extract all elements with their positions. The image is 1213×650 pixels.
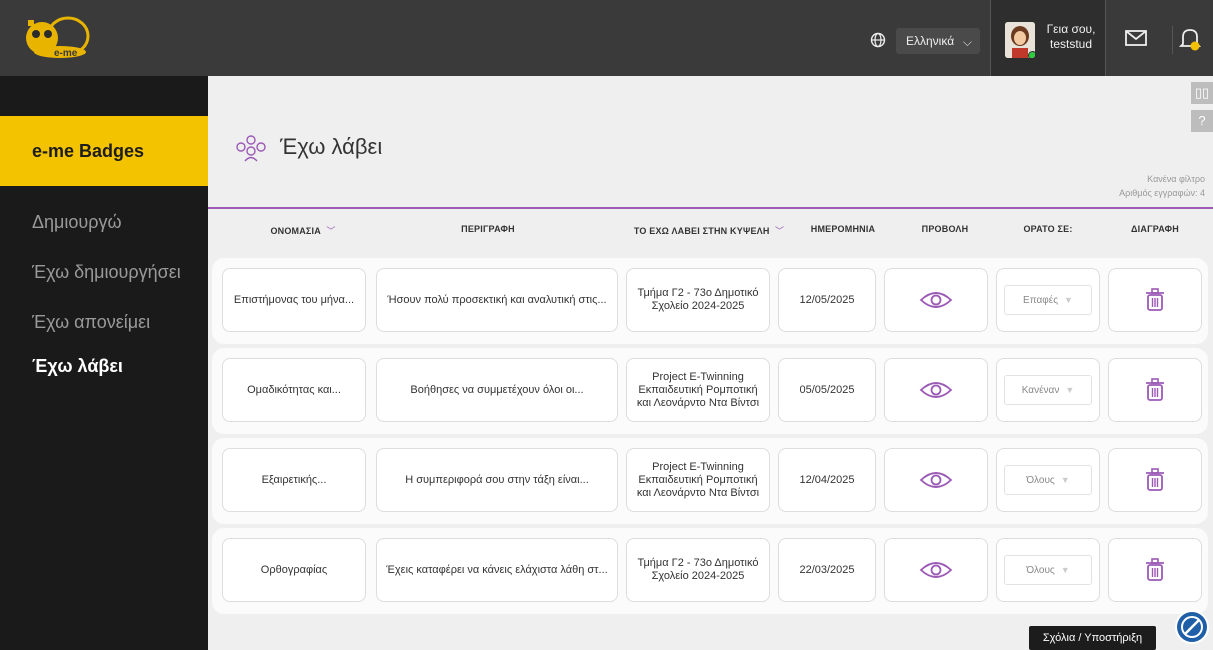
side-tools: ▯▯ ? [1191, 82, 1213, 138]
badge-description[interactable]: Η συμπεριφορά σου στην τάξη είναι... [376, 448, 618, 512]
chevron-down-icon: ⌵ [962, 35, 972, 49]
table-row: Επιστήμονας του μήνα... Ήσουν πολύ προσε… [212, 258, 1208, 344]
avatar [1005, 22, 1035, 58]
divider [208, 207, 1213, 209]
badge-description[interactable]: Έχεις καταφέρει να κάνεις ελάχιστα λάθη … [376, 538, 618, 602]
badge-hive: Project E-Twinning Εκπαιδευτική Ρομποτικ… [626, 448, 770, 512]
visibility-value: Επαφές [1023, 294, 1059, 306]
view-button[interactable] [884, 538, 988, 602]
badge-name[interactable]: Εξαιρετικής... [222, 448, 366, 512]
sidebar-item-received[interactable]: Έχω λάβει [32, 356, 123, 377]
globe-icon [870, 32, 886, 48]
trash-icon [1146, 468, 1164, 491]
view-button[interactable] [884, 268, 988, 332]
eye-icon [919, 562, 953, 578]
sidebar-section-e-me-badges[interactable]: e-me Badges [0, 116, 208, 186]
trash-icon [1146, 558, 1164, 581]
bell-icon [1178, 29, 1202, 51]
table-row: Εξαιρετικής... Η συμπεριφορά σου στην τά… [212, 438, 1208, 524]
chevron-down-icon: ▼ [1064, 294, 1073, 305]
chevron-down-icon: ▼ [1060, 474, 1070, 485]
column-header-label: ΟΝΟΜΑΣΙΑ [270, 226, 321, 236]
language-label: Ελληνικά [906, 34, 955, 48]
view-button[interactable] [884, 448, 988, 512]
column-header-view: ΠΡΟΒΟΛΗ [921, 224, 969, 234]
column-header-delete: ΔΙΑΓΡΑΦΗ [1131, 224, 1179, 234]
username: teststud [1049, 37, 1093, 51]
sidebar: e-me Badges Δημιουργώ Έχω δημιουργήσει Έ… [0, 76, 208, 650]
badge-name[interactable]: Ορθογραφίας [222, 538, 366, 602]
online-status-icon [1028, 51, 1035, 58]
feedback-button[interactable]: Σχόλια / Υποστήριξη [1029, 626, 1156, 650]
help-icon[interactable]: ? [1191, 110, 1213, 132]
accessibility-icon[interactable] [1175, 610, 1209, 644]
main-content: ▯▯ ? Έχω λάβει Κανένα φίλτρο Αριθμός εγγ… [208, 76, 1213, 650]
visibility-select[interactable]: Επαφές ▼ [1004, 285, 1092, 315]
trash-icon [1146, 288, 1164, 311]
visibility-cell: Όλους ▼ [996, 448, 1100, 512]
delete-button[interactable] [1108, 538, 1202, 602]
record-count: Αριθμός εγγραφών: 4 [1119, 188, 1205, 198]
visibility-value: Όλους [1026, 564, 1055, 576]
chevron-down-icon: ▼ [1065, 384, 1075, 395]
badge-date: 05/05/2025 [778, 358, 876, 422]
badge-date: 22/03/2025 [778, 538, 876, 602]
badges-icon [236, 135, 266, 162]
badge-name[interactable]: Ομαδικότητας και... [222, 358, 366, 422]
column-header-label: ΤΟ ΕΧΩ ΛΑΒΕΙ ΣΤΗΝ ΚΥΨΕΛΗ [633, 226, 770, 236]
column-header-name[interactable]: ΟΝΟΜΑΣΙΑ ﹀ [258, 224, 348, 237]
badge-name[interactable]: Επιστήμονας του μήνα... [222, 268, 366, 332]
filter-info: Κανένα φίλτρο Αριθμός εγγραφών: 4 [1119, 172, 1205, 200]
badge-hive: Τμήμα Γ2 - 73ο Δημοτικό Σχολείο 2024-202… [626, 268, 770, 332]
chevron-down-icon: ﹀ [323, 226, 336, 236]
language-select[interactable]: Ελληνικά ⌵ [896, 28, 980, 54]
badge-description[interactable]: Βοήθησες να συμμετέχουν όλοι οι... [376, 358, 618, 422]
notifications-button[interactable] [1172, 26, 1202, 54]
visibility-select[interactable]: Όλους ▼ [1004, 465, 1092, 495]
trash-icon [1146, 378, 1164, 401]
visibility-select[interactable]: Όλους ▼ [1004, 555, 1092, 585]
badge-hive: Τμήμα Γ2 - 73ο Δημοτικό Σχολείο 2024-202… [626, 538, 770, 602]
page-title: Έχω λάβει [280, 134, 383, 159]
sidebar-item-created[interactable]: Έχω δημιουργήσει [32, 262, 181, 283]
visibility-select[interactable]: Κανέναν ▼ [1004, 375, 1092, 405]
chevron-down-icon: ▼ [1060, 564, 1070, 575]
delete-button[interactable] [1108, 358, 1202, 422]
svg-text:e-me: e-me [54, 48, 78, 59]
table-row: Ορθογραφίας Έχεις καταφέρει να κάνεις ελ… [212, 528, 1208, 614]
visibility-value: Όλους [1026, 474, 1055, 486]
greeting: Γεια σου, teststud [1043, 22, 1099, 52]
visibility-cell: Όλους ▼ [996, 538, 1100, 602]
chevron-down-icon: ﹀ [772, 226, 785, 236]
eye-icon [919, 472, 953, 488]
greeting-line: Γεια σου, [1046, 22, 1096, 36]
table-row: Ομαδικότητας και... Βοήθησες να συμμετέχ… [212, 348, 1208, 434]
column-header-description: ΠΕΡΙΓΡΑΦΗ [461, 224, 515, 234]
eye-icon [919, 382, 953, 398]
e-me-logo-icon[interactable]: e-me [20, 12, 92, 62]
view-button[interactable] [884, 358, 988, 422]
mail-icon[interactable] [1124, 28, 1148, 48]
visibility-cell: Κανέναν ▼ [996, 358, 1100, 422]
visibility-cell: Επαφές ▼ [996, 268, 1100, 332]
column-header-hive[interactable]: ΤΟ ΕΧΩ ΛΑΒΕΙ ΣΤΗΝ ΚΥΨΕΛΗ ﹀ [620, 224, 798, 237]
column-header-visible-to: ΟΡΑΤΟ ΣΕ: [1023, 224, 1073, 234]
top-bar: e-me Ελληνικά ⌵ Γεια σου, teststud [0, 0, 1213, 76]
sidebar-item-create[interactable]: Δημιουργώ [32, 212, 122, 233]
column-header-date: ΗΜΕΡΟΜΗΝΙΑ [810, 224, 876, 234]
user-menu[interactable]: Γεια σου, teststud [990, 0, 1106, 76]
book-icon[interactable]: ▯▯ [1191, 82, 1213, 104]
badge-hive: Project E-Twinning Εκπαιδευτική Ρομποτικ… [626, 358, 770, 422]
badge-description[interactable]: Ήσουν πολύ προσεκτική και αναλυτική στις… [376, 268, 618, 332]
delete-button[interactable] [1108, 448, 1202, 512]
eye-icon [919, 292, 953, 308]
filter-status: Κανένα φίλτρο [1147, 174, 1205, 184]
badge-date: 12/05/2025 [778, 268, 876, 332]
visibility-value: Κανέναν [1021, 384, 1060, 396]
sidebar-item-awarded[interactable]: Έχω απονείμει [32, 312, 150, 333]
badge-date: 12/04/2025 [778, 448, 876, 512]
delete-button[interactable] [1108, 268, 1202, 332]
